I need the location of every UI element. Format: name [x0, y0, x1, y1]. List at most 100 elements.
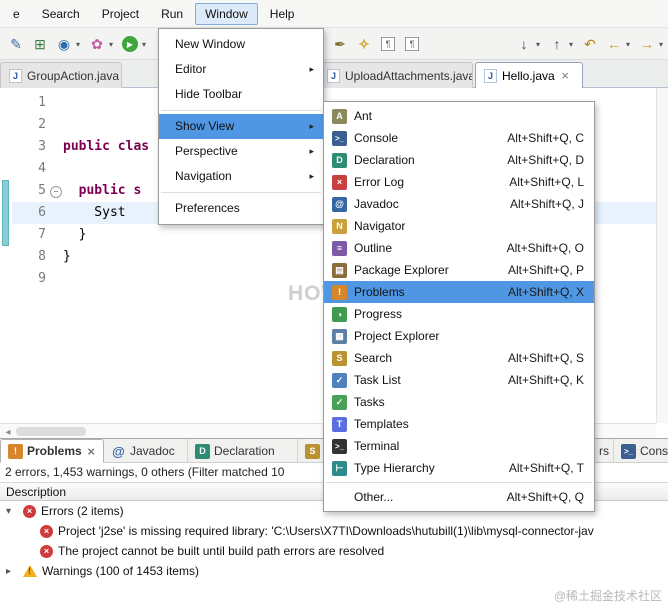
line-number: 6 — [38, 205, 46, 220]
chevron-down-icon[interactable] — [109, 40, 118, 49]
menu-item-hide-toolbar[interactable]: Hide Toolbar — [159, 82, 323, 107]
tab-javadoc[interactable]: Javadoc — [104, 439, 188, 463]
error-log-icon — [332, 174, 347, 190]
menu-item-navigator[interactable]: Navigator — [324, 215, 594, 237]
console-icon — [332, 130, 347, 146]
tab-problems[interactable]: Problems — [0, 439, 104, 463]
feather-pen-icon[interactable] — [328, 32, 352, 56]
row-label: Warnings (100 of 1453 items) — [42, 564, 199, 578]
error-row[interactable]: Project 'j2se' is missing required libra… — [0, 521, 668, 541]
watermark-corner: @稀土掘金技术社区 — [553, 589, 662, 603]
menu-item-error-log[interactable]: Error LogAlt+Shift+Q, L — [324, 171, 594, 193]
chevron-down-icon[interactable] — [626, 40, 635, 49]
menu-help[interactable]: Help — [260, 3, 305, 25]
menu-item-progress[interactable]: Progress — [324, 303, 594, 325]
show-view-menu: Ant ConsoleAlt+Shift+Q, C DeclarationAlt… — [323, 101, 595, 512]
menu-item-console[interactable]: ConsoleAlt+Shift+Q, C — [324, 127, 594, 149]
next-annotation-icon[interactable] — [512, 32, 536, 56]
range-indicator — [2, 180, 9, 246]
progress-icon — [332, 306, 347, 322]
tab-label: Javadoc — [130, 444, 175, 458]
tab-console[interactable]: Console — [614, 439, 668, 463]
previous-annotation-icon[interactable] — [545, 32, 569, 56]
menu-item-preferences[interactable]: Preferences — [159, 196, 323, 221]
chevron-down-icon[interactable] — [76, 40, 85, 49]
menu-item-package-explorer[interactable]: Package ExplorerAlt+Shift+Q, P — [324, 259, 594, 281]
line-number: 5 — [38, 183, 46, 198]
scrollbar-thumb[interactable] — [16, 426, 86, 436]
run-icon[interactable] — [118, 32, 142, 56]
warnings-group-row[interactable]: Warnings (100 of 1453 items) — [0, 561, 668, 581]
menu-item-problems[interactable]: ProblemsAlt+Shift+Q, X — [324, 281, 594, 303]
menu-item-project-explorer[interactable]: Project Explorer — [324, 325, 594, 347]
menu-window[interactable]: Window — [195, 2, 258, 25]
error-row[interactable]: The project cannot be built until build … — [0, 541, 668, 561]
show-whitespace-icon[interactable] — [400, 32, 424, 56]
line-number: 9 — [38, 271, 46, 286]
web-browser-icon[interactable] — [52, 32, 76, 56]
fold-minus-icon[interactable] — [48, 180, 63, 202]
menu-item-search[interactable]: SearchAlt+Shift+Q, S — [324, 347, 594, 369]
tab-groupaction-java[interactable]: GroupAction.java — [0, 62, 122, 88]
menu-item-show-view[interactable]: Show View — [159, 114, 323, 139]
mark-occurrences-icon[interactable] — [376, 32, 400, 56]
menu-item-templates[interactable]: Templates — [324, 413, 594, 435]
chevron-down-icon[interactable] — [536, 40, 545, 49]
submenu-arrow-icon — [309, 114, 314, 139]
pencil-icon[interactable] — [4, 32, 28, 56]
menu-file-partial[interactable]: e — [3, 3, 30, 25]
tab-uploadattachments-java[interactable]: UploadAttachments.java — [318, 62, 473, 88]
error-icon — [23, 504, 36, 518]
menu-item-task-list[interactable]: Task ListAlt+Shift+Q, K — [324, 369, 594, 391]
tab-hello-java[interactable]: Hello.java — [475, 62, 583, 88]
menu-item-editor[interactable]: Editor — [159, 57, 323, 82]
chevron-down-icon[interactable] — [659, 40, 668, 49]
overview-ruler[interactable] — [656, 88, 668, 423]
close-icon[interactable] — [86, 444, 97, 459]
menu-item-ant[interactable]: Ant — [324, 105, 594, 127]
menu-item-terminal[interactable]: Terminal — [324, 435, 594, 457]
twisty-expanded-icon[interactable] — [6, 506, 18, 517]
menu-item-perspective[interactable]: Perspective — [159, 139, 323, 164]
menu-item-declaration[interactable]: DeclarationAlt+Shift+Q, D — [324, 149, 594, 171]
menu-search[interactable]: Search — [32, 3, 90, 25]
menu-item-other[interactable]: Other... Alt+Shift+Q, Q — [324, 486, 594, 508]
editor-tabbar: GroupAction.java UploadAttachments.java … — [0, 60, 668, 88]
javadoc-icon — [111, 444, 126, 459]
menu-item-new-window[interactable]: New Window — [159, 32, 323, 57]
menu-item-navigation[interactable]: Navigation — [159, 164, 323, 189]
chevron-down-icon[interactable] — [142, 40, 151, 49]
row-label: Project 'j2se' is missing required libra… — [58, 524, 594, 538]
menu-project[interactable]: Project — [92, 3, 149, 25]
ant-icon — [332, 108, 347, 124]
new-wizard-icon[interactable] — [85, 32, 109, 56]
menu-item-outline[interactable]: OutlineAlt+Shift+Q, O — [324, 237, 594, 259]
tab-label: Hello.java — [502, 68, 555, 83]
back-icon[interactable] — [602, 32, 626, 56]
java-file-icon — [484, 68, 497, 83]
chevron-down-icon[interactable] — [569, 40, 578, 49]
scroll-left-icon[interactable] — [0, 424, 16, 438]
submenu-arrow-icon — [309, 139, 314, 164]
menu-run[interactable]: Run — [151, 3, 193, 25]
menu-separator — [161, 110, 321, 111]
tasks-icon — [332, 394, 347, 410]
submenu-arrow-icon — [309, 57, 314, 82]
javadoc-icon — [332, 196, 347, 212]
tab-declaration[interactable]: Declaration — [188, 439, 298, 463]
tab-partial-rs[interactable]: rs — [592, 439, 614, 463]
java-file-icon — [327, 68, 340, 83]
menu-item-javadoc[interactable]: JavadocAlt+Shift+Q, J — [324, 193, 594, 215]
problems-icon — [8, 443, 23, 459]
close-icon[interactable] — [560, 68, 571, 83]
forward-icon[interactable] — [635, 32, 659, 56]
search-icon — [305, 443, 320, 459]
wand-icon[interactable] — [352, 32, 376, 56]
menu-item-type-hierarchy[interactable]: Type HierarchyAlt+Shift+Q, T — [324, 457, 594, 479]
last-edit-location-icon[interactable] — [578, 32, 602, 56]
warning-icon — [23, 565, 37, 577]
menu-item-tasks[interactable]: Tasks — [324, 391, 594, 413]
twisty-collapsed-icon[interactable] — [6, 566, 18, 577]
tab-label: UploadAttachments.java — [345, 68, 473, 83]
table-icon[interactable] — [28, 32, 52, 56]
